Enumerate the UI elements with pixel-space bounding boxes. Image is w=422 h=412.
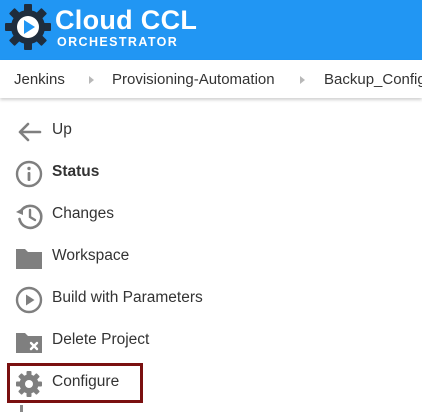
menu-label-configure: Configure — [52, 373, 120, 390]
menu-item-status[interactable]: Status — [0, 151, 300, 193]
menu-label-build-with-parameters: Build with Parameters — [52, 289, 203, 306]
gear-play-icon — [5, 4, 51, 50]
menu-label-up: Up — [52, 121, 72, 138]
breadcrumb-provisioning-automation[interactable]: Provisioning-Automation — [112, 60, 275, 98]
breadcrumb-jenkins[interactable]: Jenkins — [14, 60, 65, 98]
arrow-left-icon — [18, 122, 42, 142]
menu-item-up[interactable]: Up — [0, 109, 300, 151]
history-icon — [16, 204, 43, 230]
gear-icon — [16, 371, 42, 397]
folder-icon — [16, 249, 42, 269]
breadcrumb-backup-config[interactable]: Backup_Config — [324, 60, 422, 98]
menu-item-changes[interactable]: Changes — [0, 193, 300, 235]
menu-label-workspace: Workspace — [52, 247, 130, 264]
breadcrumb: Jenkins Provisioning-Automation Backup_C… — [0, 60, 422, 98]
menu-label-changes: Changes — [52, 205, 115, 222]
folder-delete-icon — [16, 333, 42, 353]
menu-item-workspace[interactable]: Workspace — [0, 235, 300, 277]
menu-item-configure[interactable]: Configure — [0, 361, 300, 403]
app-title: Cloud CCL — [55, 5, 198, 35]
app-subtitle: ORCHESTRATOR — [57, 35, 179, 49]
play-circle-icon — [15, 286, 43, 314]
info-icon — [15, 160, 43, 188]
app-header: Cloud CCL ORCHESTRATOR — [0, 0, 422, 60]
chevron-right-icon — [89, 76, 94, 84]
menu-label-delete-project: Delete Project — [52, 331, 150, 348]
next-menu-icon — [20, 405, 23, 412]
chevron-right-icon — [300, 76, 305, 84]
menu-item-build-with-parameters[interactable]: Build with Parameters — [0, 277, 300, 319]
menu-label-status: Status — [52, 163, 100, 180]
menu-item-delete-project[interactable]: Delete Project — [0, 319, 300, 361]
